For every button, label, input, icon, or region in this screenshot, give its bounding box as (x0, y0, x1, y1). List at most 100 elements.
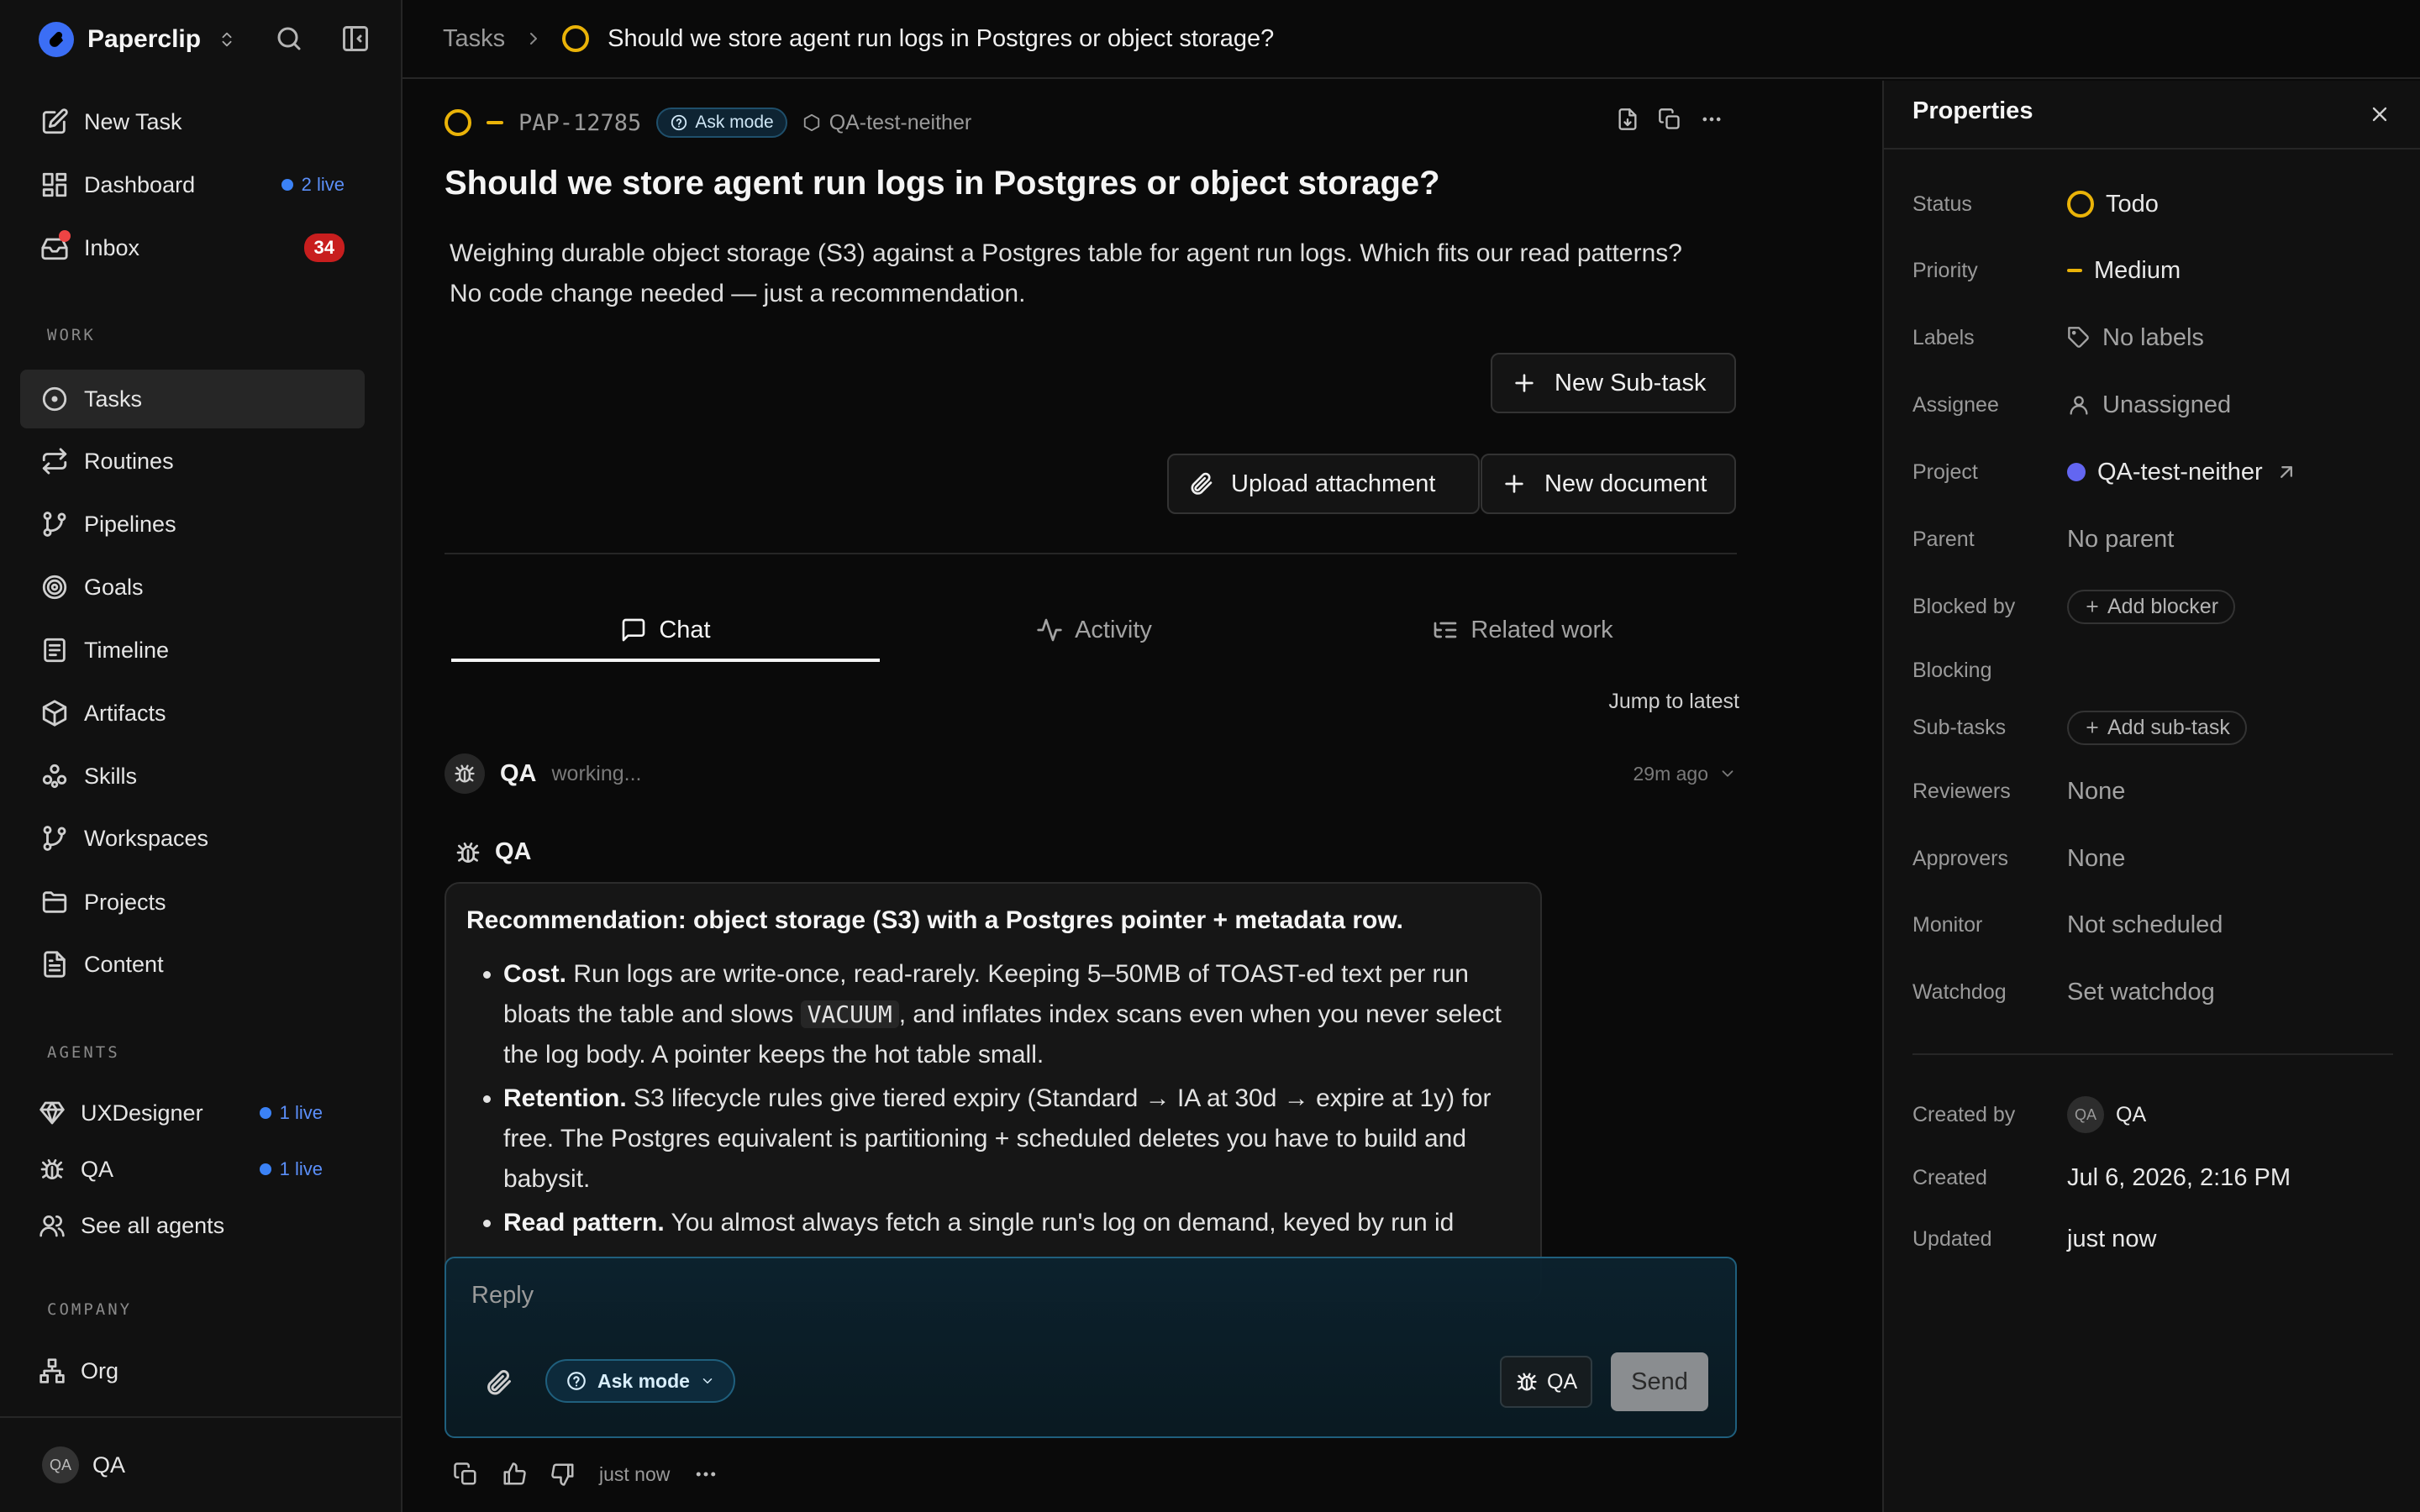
prop-label: Project (1912, 459, 1978, 484)
copy-icon[interactable] (1658, 108, 1681, 131)
breadcrumb-tasks-link[interactable]: Tasks (443, 25, 505, 53)
hexagon-icon (802, 113, 821, 132)
task-actions (1616, 108, 1723, 131)
prop-value: No labels (2067, 324, 2204, 352)
send-button[interactable]: Send (1611, 1352, 1708, 1411)
agent-uxdesigner[interactable]: UXDesigner 1 live (20, 1088, 365, 1138)
collapse-sidebar-icon[interactable] (340, 24, 371, 54)
user-icon (2067, 393, 2091, 417)
nav-workspaces[interactable]: Workspaces (20, 809, 365, 868)
reply-input[interactable] (471, 1282, 1564, 1310)
jump-to-latest-link[interactable]: Jump to latest (1608, 690, 1739, 714)
nav-projects[interactable]: Projects (20, 873, 365, 932)
chevrons-up-down-icon (218, 28, 236, 51)
live-indicator: 2 live (281, 174, 345, 196)
nav-inbox[interactable]: Inbox 34 (20, 218, 365, 277)
bug-icon (1515, 1370, 1539, 1394)
thumbs-down-icon[interactable] (550, 1462, 576, 1487)
prop-project[interactable]: Project QA-test-neither (1912, 451, 2400, 493)
live-indicator: 1 live (259, 1158, 323, 1180)
nav-label: Timeline (84, 637, 170, 663)
divider (1912, 1053, 2393, 1055)
copy-icon[interactable] (453, 1462, 478, 1487)
upload-attachment-button[interactable]: Upload attachment (1167, 454, 1480, 514)
new-subtask-label: New Sub-task (1555, 369, 1707, 396)
mode-select[interactable]: Ask mode (545, 1359, 735, 1403)
status-todo-icon[interactable] (445, 109, 471, 136)
monitor-value: Not scheduled (2067, 911, 2223, 938)
nav-skills[interactable]: Skills (20, 747, 365, 806)
prop-monitor[interactable]: Monitor Not scheduled (1912, 904, 2400, 946)
prop-subtasks: Sub-tasks Add sub-task (1912, 706, 2400, 748)
nav-timeline[interactable]: Timeline (20, 621, 365, 680)
package-icon (40, 699, 69, 727)
prop-watchdog[interactable]: Watchdog Set watchdog (1912, 971, 2400, 1013)
priority-medium-icon[interactable] (487, 121, 503, 124)
agent-qa[interactable]: QA 1 live (20, 1144, 365, 1194)
prop-labels[interactable]: Labels No labels (1912, 317, 2400, 359)
live-count: 1 live (279, 1158, 323, 1179)
user-menu[interactable]: QA QA (0, 1416, 401, 1512)
created-by-value: QA (2116, 1102, 2147, 1126)
agent-select[interactable]: QA (1500, 1356, 1593, 1408)
nav-tasks[interactable]: Tasks (20, 370, 365, 428)
git-branch-icon (40, 824, 69, 853)
bullet-head: Retention. (503, 1084, 627, 1112)
external-link-icon[interactable] (2275, 460, 2298, 484)
list-item: Cost. Run logs are write-once, read-rare… (503, 954, 1520, 1075)
users-icon (39, 1212, 66, 1239)
bug-icon (453, 762, 476, 785)
avatar: QA (2067, 1096, 2104, 1133)
nav-pipelines[interactable]: Pipelines (20, 495, 365, 554)
prop-label: Status (1912, 192, 1972, 216)
paperclip-icon[interactable] (483, 1368, 513, 1398)
nav-dashboard[interactable]: Dashboard 2 live (20, 155, 365, 214)
gem-icon (39, 1100, 66, 1126)
tab-activity[interactable]: Activity (880, 601, 1308, 659)
nav-label: Artifacts (84, 700, 166, 726)
nav-routines[interactable]: Routines (20, 432, 365, 491)
status-value: Todo (2106, 190, 2159, 218)
inbox-icon (40, 230, 71, 262)
nav-new-task[interactable]: New Task (20, 92, 365, 151)
add-blocker-label: Add blocker (2107, 594, 2219, 618)
list-item: Retention. S3 lifecycle rules give tiere… (503, 1079, 1520, 1200)
see-all-agents-link[interactable]: See all agents (20, 1200, 365, 1251)
thumbs-up-icon[interactable] (502, 1462, 527, 1487)
properties-title: Properties (1912, 97, 2033, 124)
tab-related-work[interactable]: Related work (1308, 601, 1737, 659)
edit-icon (40, 108, 69, 136)
prop-assignee[interactable]: Assignee Unassigned (1912, 384, 2400, 426)
prop-status[interactable]: Status Todo (1912, 183, 2400, 225)
agent-name: QA (500, 759, 537, 787)
tab-chat[interactable]: Chat (451, 601, 880, 662)
add-blocker-button[interactable]: Add blocker (2067, 589, 2236, 624)
bullet-head: Read pattern. (503, 1209, 665, 1236)
prop-priority[interactable]: Priority Medium (1912, 249, 2400, 291)
file-download-icon[interactable] (1616, 108, 1639, 131)
search-icon[interactable] (274, 24, 304, 54)
task-description[interactable]: Weighing durable object storage (S3) aga… (450, 234, 1693, 314)
workspace-switcher[interactable]: Paperclip (39, 22, 236, 57)
file-text-icon (40, 950, 69, 979)
add-subtask-button[interactable]: Add sub-task (2067, 710, 2247, 745)
new-document-button[interactable]: New document (1481, 454, 1736, 514)
nav-content[interactable]: Content (20, 935, 365, 994)
priority-medium-icon (2067, 269, 2082, 272)
nav-goals[interactable]: Goals (20, 558, 365, 617)
help-circle-icon (670, 113, 688, 132)
live-count: 2 live (301, 174, 345, 195)
prop-parent[interactable]: Parent No parent (1912, 518, 2400, 560)
nav-artifacts[interactable]: Artifacts (20, 684, 365, 743)
paperclip-logo-icon (39, 22, 74, 57)
message-author: QA (455, 838, 532, 866)
more-horizontal-icon[interactable] (1700, 108, 1723, 131)
close-icon[interactable] (2368, 102, 2391, 126)
prop-approvers[interactable]: Approvers None (1912, 837, 2400, 879)
run-time-toggle[interactable]: 29m ago (1633, 763, 1737, 785)
prop-reviewers[interactable]: Reviewers None (1912, 770, 2400, 812)
project-tag[interactable]: QA-test-neither (802, 111, 971, 135)
nav-org[interactable]: Org (20, 1346, 365, 1396)
new-subtask-button[interactable]: New Sub-task (1491, 353, 1736, 413)
more-horizontal-icon[interactable] (693, 1462, 718, 1487)
